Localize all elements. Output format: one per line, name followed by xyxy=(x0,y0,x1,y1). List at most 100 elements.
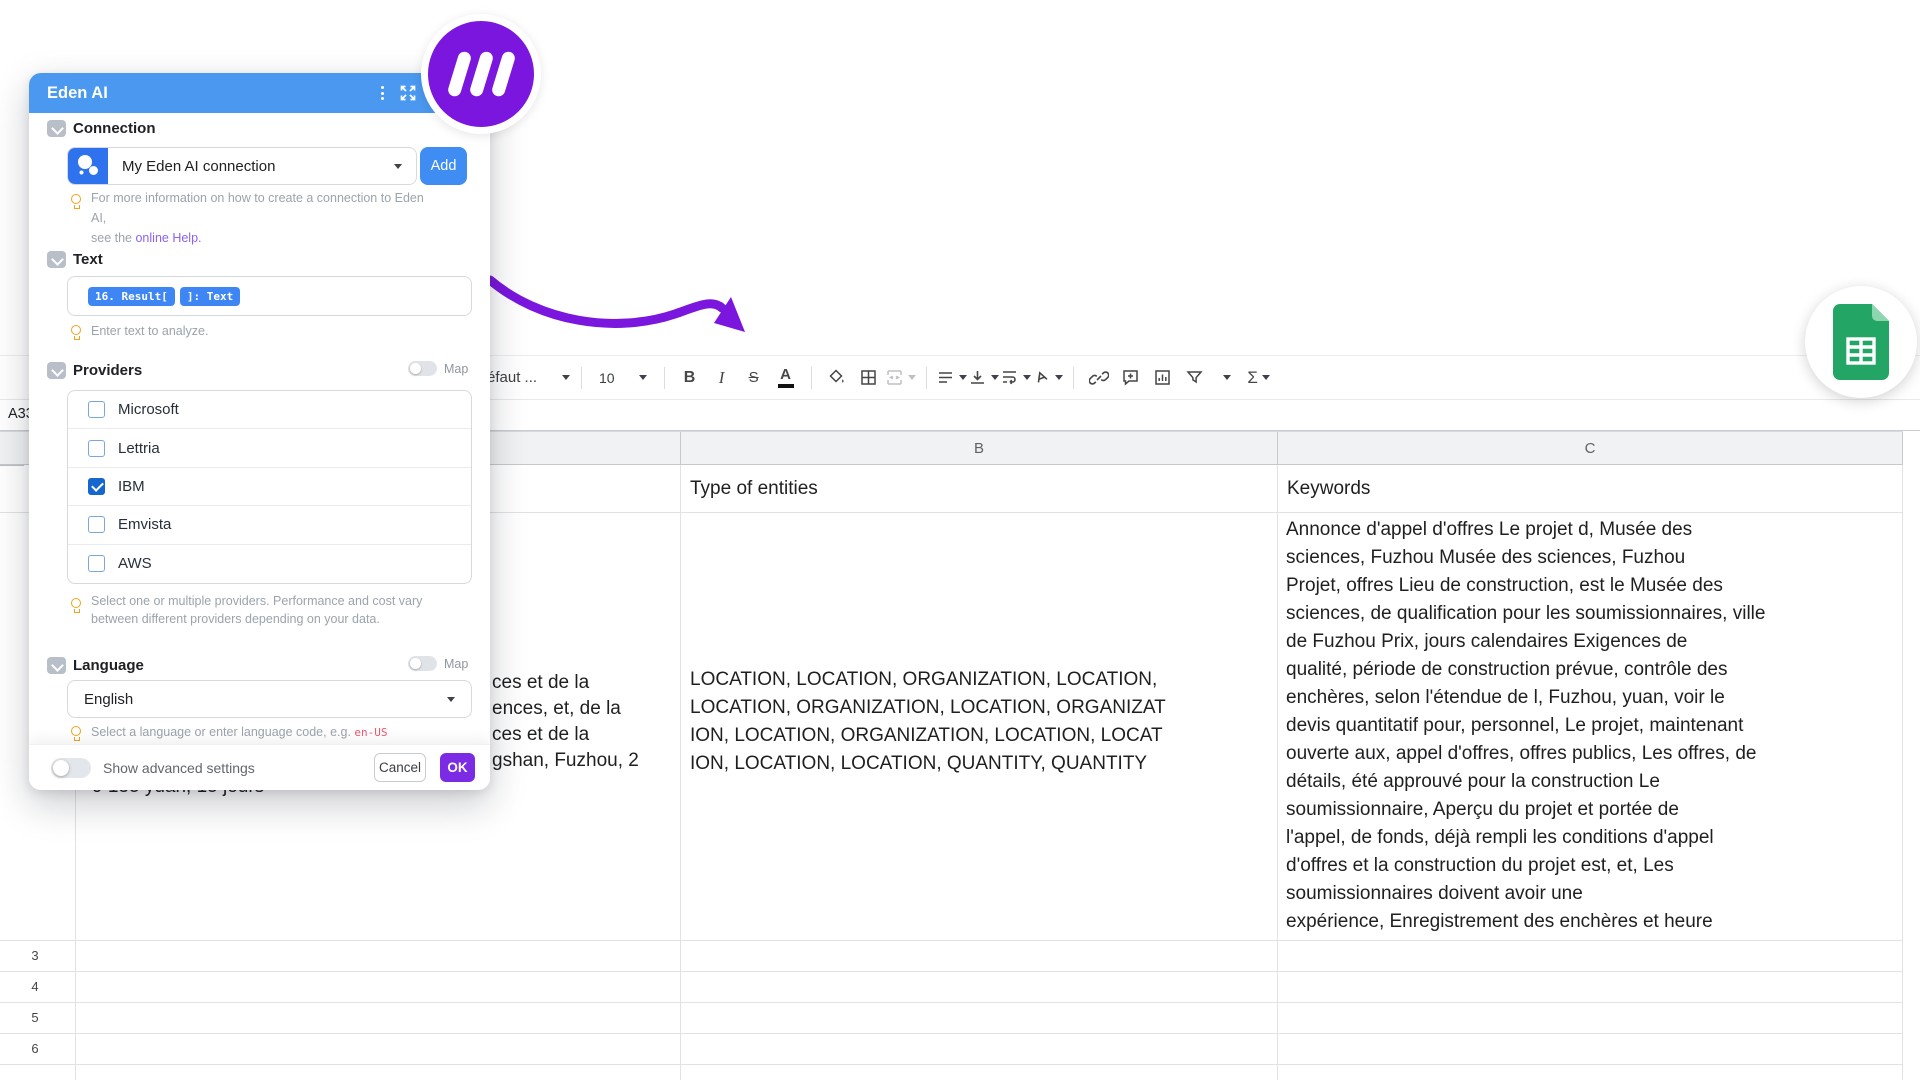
fill-color-icon xyxy=(827,368,846,387)
language-value: English xyxy=(84,691,133,708)
cell-a2-fragment[interactable]: ces et de la xyxy=(492,672,589,694)
font-family-value: éfaut ... xyxy=(487,369,549,386)
collapse-connection-icon[interactable] xyxy=(47,120,66,137)
online-help-link[interactable]: online Help. xyxy=(135,231,201,245)
vertical-align-button[interactable] xyxy=(968,361,1000,395)
row-header-5[interactable]: 5 xyxy=(0,1005,70,1030)
text-rotation-icon xyxy=(1032,368,1051,387)
cell-b1[interactable]: Type of entities xyxy=(690,478,818,500)
language-section-label: Language xyxy=(73,657,144,674)
gridline xyxy=(0,1033,1903,1034)
text-color-button[interactable]: A xyxy=(770,361,802,395)
gridline xyxy=(0,1002,1903,1003)
checkbox[interactable] xyxy=(88,516,105,533)
checkbox[interactable] xyxy=(88,555,105,572)
insert-link-button[interactable] xyxy=(1083,361,1115,395)
gridline xyxy=(0,940,1903,941)
checkbox-checked[interactable] xyxy=(88,478,105,495)
collapse-text-icon[interactable] xyxy=(47,251,66,268)
text-wrap-button[interactable] xyxy=(1000,361,1032,395)
dialog-title: Eden AI xyxy=(47,84,108,103)
text-color-swatch xyxy=(778,384,794,388)
lightbulb-icon xyxy=(71,325,81,335)
font-family-selector[interactable]: éfaut ... xyxy=(487,369,570,386)
font-size-selector[interactable]: 10 xyxy=(599,370,647,386)
mapped-token[interactable]: ]: Text xyxy=(180,287,240,306)
cancel-button[interactable]: Cancel xyxy=(374,753,426,782)
make-logo-bar xyxy=(468,50,494,98)
gridline xyxy=(1277,465,1278,1080)
provider-option-aws[interactable]: AWS xyxy=(68,545,471,583)
mapped-token[interactable]: 16. Result[ xyxy=(88,287,175,306)
chevron-down-icon xyxy=(959,375,967,380)
row-header-6[interactable]: 6 xyxy=(0,1036,70,1061)
provider-option-microsoft[interactable]: Microsoft xyxy=(68,391,471,429)
cell-a2-fragment[interactable]: gshan, Fuzhou, 2 xyxy=(492,750,639,772)
collapse-providers-icon[interactable] xyxy=(47,362,66,379)
providers-section-label: Providers xyxy=(73,362,142,379)
cell-c2-text: Annonce d'appel d'offres Le projet d, Mu… xyxy=(1286,516,1898,939)
advanced-settings-toggle[interactable] xyxy=(51,758,91,778)
checkbox[interactable] xyxy=(88,401,105,418)
make-logo xyxy=(421,14,541,134)
lightbulb-icon xyxy=(71,194,81,204)
column-header-c[interactable]: C xyxy=(1277,432,1903,465)
merge-cells-button[interactable] xyxy=(885,361,917,395)
language-map-toggle[interactable]: Map xyxy=(408,656,468,671)
provider-option-emvista[interactable]: Emvista xyxy=(68,506,471,544)
toolbar-divider xyxy=(811,367,812,389)
cell-a2-fragment[interactable]: ences, et, de la xyxy=(492,698,621,720)
text-input[interactable]: 16. Result[ ]: Text xyxy=(67,276,472,316)
gridline xyxy=(0,971,1903,972)
provider-option-ibm[interactable]: IBM xyxy=(68,468,471,506)
fill-color-button[interactable] xyxy=(821,361,853,395)
horizontal-align-button[interactable] xyxy=(936,361,968,395)
connection-hint: For more information on how to create a … xyxy=(91,188,431,248)
collapse-language-icon[interactable] xyxy=(47,657,66,674)
eden-ai-dialog: Eden AI Connection My Eden AI connection… xyxy=(29,73,490,790)
row-header-3[interactable]: 3 xyxy=(0,943,70,968)
kebab-menu-icon[interactable] xyxy=(373,84,391,102)
screen: éfaut ... 10 B I S A xyxy=(0,0,1920,1080)
provider-option-lettria[interactable]: Lettria xyxy=(68,429,471,467)
providers-list: Microsoft Lettria IBM Emvista AWS xyxy=(67,390,472,584)
checkbox[interactable] xyxy=(88,440,105,457)
language-select[interactable]: English xyxy=(67,680,472,718)
ok-button[interactable]: OK xyxy=(440,753,475,782)
filter-icon xyxy=(1185,368,1204,387)
cell-c1[interactable]: Keywords xyxy=(1287,478,1370,500)
connection-value: My Eden AI connection xyxy=(122,158,394,175)
lightbulb-icon xyxy=(71,726,81,736)
borders-button[interactable] xyxy=(853,361,885,395)
insert-chart-button[interactable] xyxy=(1147,361,1179,395)
filter-button[interactable] xyxy=(1179,361,1211,395)
cell-b2[interactable]: LOCATION, LOCATION, ORGANIZATION, LOCATI… xyxy=(690,666,1276,778)
vertical-align-icon xyxy=(968,368,987,387)
strikethrough-button[interactable]: S xyxy=(738,361,770,395)
cell-c2[interactable]: Annonce d'appel d'offres Le projet d, Mu… xyxy=(1286,512,1898,939)
text-section-label: Text xyxy=(73,251,103,268)
row-header-4[interactable]: 4 xyxy=(0,974,70,999)
filter-views-caret[interactable] xyxy=(1211,361,1243,395)
language-code-example: en-US xyxy=(354,726,387,739)
bold-button[interactable]: B xyxy=(674,361,706,395)
providers-map-toggle[interactable]: Map xyxy=(408,361,468,376)
toolbar-divider xyxy=(664,367,665,389)
connection-section-label: Connection xyxy=(73,120,156,137)
toggle-off-icon xyxy=(408,361,437,376)
chevron-down-icon xyxy=(639,375,647,380)
connection-select[interactable]: My Eden AI connection xyxy=(67,147,417,185)
text-rotation-button[interactable] xyxy=(1032,361,1064,395)
functions-button[interactable]: Σ xyxy=(1243,361,1275,395)
italic-button[interactable]: I xyxy=(706,361,738,395)
expand-icon[interactable] xyxy=(399,84,417,107)
column-header-b[interactable]: B xyxy=(680,432,1277,465)
toolbar-divider xyxy=(926,367,927,389)
font-size-value: 10 xyxy=(599,370,615,386)
cell-a2-fragment[interactable]: ces et de la xyxy=(492,724,589,746)
chevron-down-icon xyxy=(447,697,455,702)
google-sheets-badge xyxy=(1805,286,1917,398)
insert-comment-button[interactable] xyxy=(1115,361,1147,395)
add-connection-button[interactable]: Add xyxy=(420,147,467,185)
text-wrap-icon xyxy=(1000,368,1019,387)
